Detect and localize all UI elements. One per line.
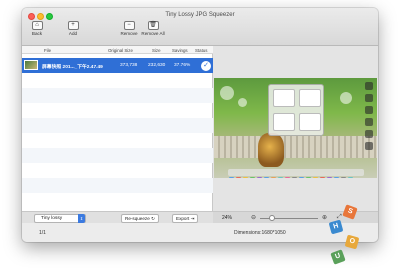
watermark-logo: S H O U — [322, 204, 380, 269]
dialog-cell — [273, 89, 295, 107]
empty-row — [22, 178, 213, 193]
column-file[interactable]: File — [44, 48, 51, 53]
dock — [228, 169, 364, 178]
add-icon: + — [67, 21, 79, 30]
zoom-slider-knob[interactable] — [269, 215, 275, 221]
column-status[interactable]: Status — [195, 48, 207, 53]
refresh-icon: ↻ — [151, 215, 155, 221]
home-icon: ⌂ — [31, 21, 43, 30]
back-label: Back — [31, 31, 43, 36]
dog-figure — [258, 133, 284, 167]
zoom-percent: 24% — [222, 215, 233, 221]
empty-row — [22, 88, 213, 103]
fence — [214, 136, 377, 158]
list-header: File Original Size Size Savings Status — [22, 46, 213, 54]
image-dimensions: Dimensions:1680*1050 — [234, 230, 286, 236]
bokeh-light — [340, 92, 352, 104]
column-size[interactable]: Size — [152, 48, 161, 53]
zoom-out-icon[interactable]: ⊖ — [251, 214, 256, 221]
back-button[interactable]: ⌂ Back — [22, 21, 52, 36]
quality-value: Tiny lossy — [41, 216, 63, 221]
table-row[interactable]: 屏幕快照 201..._下午2.47.49 373,738 232,630 37… — [22, 58, 213, 73]
watermark-letter: O — [344, 234, 360, 250]
re-squeeze-button[interactable]: Re-squeeze ↻ — [121, 213, 159, 223]
item-count: 1/1 — [39, 230, 46, 236]
watermark-letter: S — [342, 204, 358, 220]
export-icon: ⇥ — [190, 215, 195, 221]
file-thumbnail — [24, 60, 38, 70]
watermark-letter: U — [330, 249, 346, 265]
bokeh-light — [238, 98, 247, 107]
bokeh-light — [220, 86, 234, 100]
file-name: 屏幕快照 201..._下午2.47.49 — [42, 65, 103, 70]
dialog-cell — [299, 89, 321, 107]
window-title: Tiny Lossy JPG Squeezer — [165, 12, 235, 18]
quality-select[interactable]: Tiny lossy ⇕ — [34, 213, 86, 223]
add-label: Add — [68, 31, 78, 36]
remove-all-button[interactable]: 🗑 Remove All — [138, 21, 168, 36]
watermark-letter: H — [328, 219, 344, 235]
savings: 37.76% — [174, 63, 191, 68]
original-size: 373,738 — [120, 63, 138, 68]
desktop-icons — [365, 82, 375, 154]
file-list[interactable]: File Original Size Size Savings Status 屏… — [22, 46, 213, 211]
checkmark-icon: ✓ — [200, 59, 212, 72]
export-button[interactable]: Export ⇥ — [172, 213, 199, 223]
column-original-size[interactable]: Original Size — [108, 48, 133, 53]
compressed-size: 232,630 — [148, 63, 166, 68]
export-label: Export — [176, 215, 190, 221]
add-button[interactable]: + Add — [58, 21, 88, 36]
trash-icon: 🗑 — [147, 21, 159, 30]
column-savings[interactable]: Savings — [172, 48, 188, 53]
re-squeeze-label: Re-squeeze — [125, 215, 150, 221]
preview-image[interactable] — [214, 78, 377, 178]
dialog-cell — [273, 113, 295, 131]
screenshot-dialog — [268, 84, 324, 136]
title-bar: Tiny Lossy JPG Squeezer ⌂ Back + Add − R… — [22, 8, 378, 46]
chevron-updown-icon: ⇕ — [78, 213, 85, 223]
remove-icon: − — [123, 21, 135, 30]
remove-all-label: Remove All — [141, 31, 165, 36]
dialog-cell — [299, 113, 321, 131]
empty-row — [22, 148, 213, 163]
preview-pane — [213, 46, 378, 211]
empty-row — [22, 118, 213, 133]
